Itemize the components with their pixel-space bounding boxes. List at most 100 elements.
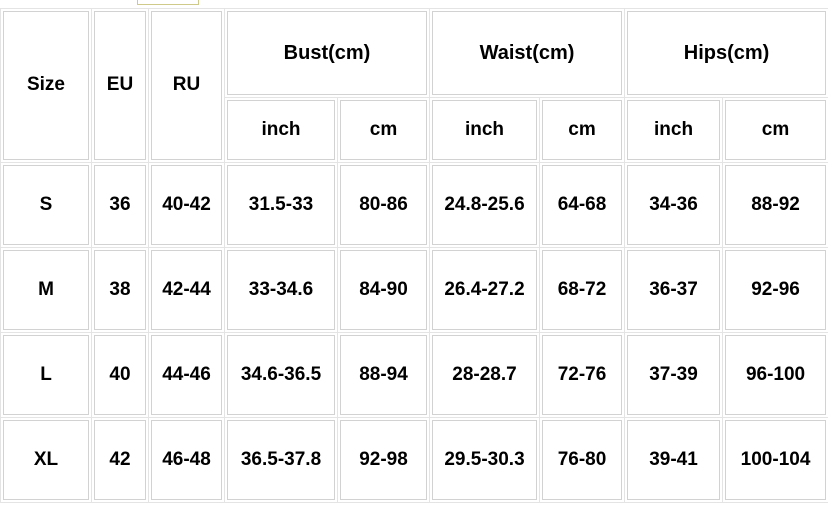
table-row: S 36 40-42 31.5-33 80-86 24.8-25.6 64-68… xyxy=(1,163,828,248)
header-waist-cm-label: cm xyxy=(542,100,623,160)
cell-size-value: XL xyxy=(3,420,89,500)
header-eu-label: EU xyxy=(94,11,146,160)
header-bust-cm: cm xyxy=(338,98,431,163)
cell-waist-inch: 26.4-27.2 xyxy=(430,248,541,333)
cell-waist-cm: 76-80 xyxy=(540,418,626,503)
cell-bust-cm-value: 84-90 xyxy=(340,250,428,330)
header-group-waist: Waist(cm) xyxy=(430,9,626,98)
header-group-hips-label: Hips(cm) xyxy=(627,11,827,95)
cell-size: S xyxy=(1,163,92,248)
header-hips-inch: inch xyxy=(625,98,724,163)
cell-eu: 40 xyxy=(92,333,149,418)
cell-size: L xyxy=(1,333,92,418)
cell-bust-inch-value: 33-34.6 xyxy=(227,250,335,330)
cell-waist-cm-value: 72-76 xyxy=(542,335,623,415)
cell-hips-inch: 37-39 xyxy=(625,333,724,418)
table-header: Size EU RU Bust(cm) Waist(cm) Hips(cm) i… xyxy=(1,9,828,163)
header-hips-cm-label: cm xyxy=(725,100,827,160)
header-bust-cm-label: cm xyxy=(340,100,428,160)
cell-bust-inch: 31.5-33 xyxy=(225,163,338,248)
cell-hips-cm-value: 92-96 xyxy=(725,250,827,330)
table-row: L 40 44-46 34.6-36.5 88-94 28-28.7 72-76… xyxy=(1,333,828,418)
cell-ru: 42-44 xyxy=(149,248,225,333)
cell-waist-cm-value: 76-80 xyxy=(542,420,623,500)
cell-hips-cm: 88-92 xyxy=(723,163,828,248)
cell-eu-value: 42 xyxy=(94,420,146,500)
cell-bust-inch-value: 34.6-36.5 xyxy=(227,335,335,415)
cell-waist-cm: 72-76 xyxy=(540,333,626,418)
table-row: XL 42 46-48 36.5-37.8 92-98 29.5-30.3 76… xyxy=(1,418,828,503)
cell-waist-cm: 64-68 xyxy=(540,163,626,248)
cell-bust-inch-value: 36.5-37.8 xyxy=(227,420,335,500)
cell-ru: 40-42 xyxy=(149,163,225,248)
cell-eu: 36 xyxy=(92,163,149,248)
header-group-hips: Hips(cm) xyxy=(625,9,828,98)
header-waist-cm: cm xyxy=(540,98,626,163)
cell-hips-inch-value: 34-36 xyxy=(627,165,721,245)
cell-hips-inch-value: 39-41 xyxy=(627,420,721,500)
header-bust-inch: inch xyxy=(225,98,338,163)
table-row: M 38 42-44 33-34.6 84-90 26.4-27.2 68-72… xyxy=(1,248,828,333)
header-hips-inch-label: inch xyxy=(627,100,721,160)
cell-eu-value: 36 xyxy=(94,165,146,245)
table-body: S 36 40-42 31.5-33 80-86 24.8-25.6 64-68… xyxy=(1,163,828,503)
cell-hips-cm-value: 88-92 xyxy=(725,165,827,245)
cell-eu-value: 40 xyxy=(94,335,146,415)
cell-size: M xyxy=(1,248,92,333)
cell-waist-cm-value: 68-72 xyxy=(542,250,623,330)
cell-waist-cm-value: 64-68 xyxy=(542,165,623,245)
cell-hips-inch: 34-36 xyxy=(625,163,724,248)
clipped-top-box xyxy=(137,0,199,5)
cell-waist-inch-value: 26.4-27.2 xyxy=(432,250,538,330)
header-waist-inch: inch xyxy=(430,98,541,163)
cell-hips-inch-value: 36-37 xyxy=(627,250,721,330)
cell-ru-value: 44-46 xyxy=(151,335,222,415)
cell-bust-inch: 34.6-36.5 xyxy=(225,333,338,418)
cell-ru-value: 46-48 xyxy=(151,420,222,500)
cell-ru: 44-46 xyxy=(149,333,225,418)
cell-ru-value: 42-44 xyxy=(151,250,222,330)
header-group-waist-label: Waist(cm) xyxy=(432,11,623,95)
cell-bust-cm: 88-94 xyxy=(338,333,431,418)
cell-hips-cm: 96-100 xyxy=(723,333,828,418)
cell-bust-cm: 80-86 xyxy=(338,163,431,248)
cell-waist-inch-value: 29.5-30.3 xyxy=(432,420,538,500)
header-ru: RU xyxy=(149,9,225,163)
cell-hips-inch: 36-37 xyxy=(625,248,724,333)
header-waist-inch-label: inch xyxy=(432,100,538,160)
cell-bust-cm: 84-90 xyxy=(338,248,431,333)
cell-waist-inch-value: 28-28.7 xyxy=(432,335,538,415)
cell-hips-cm: 92-96 xyxy=(723,248,828,333)
cell-waist-inch-value: 24.8-25.6 xyxy=(432,165,538,245)
cell-waist-inch: 29.5-30.3 xyxy=(430,418,541,503)
cell-waist-inch: 28-28.7 xyxy=(430,333,541,418)
header-size: Size xyxy=(1,9,92,163)
cell-ru: 46-48 xyxy=(149,418,225,503)
cell-bust-inch-value: 31.5-33 xyxy=(227,165,335,245)
cell-bust-cm: 92-98 xyxy=(338,418,431,503)
cell-size-value: L xyxy=(3,335,89,415)
header-row-groups: Size EU RU Bust(cm) Waist(cm) Hips(cm) xyxy=(1,9,828,163)
cell-eu: 42 xyxy=(92,418,149,503)
cell-hips-cm: 100-104 xyxy=(723,418,828,503)
cell-ru-value: 40-42 xyxy=(151,165,222,245)
cell-bust-cm-value: 80-86 xyxy=(340,165,428,245)
header-hips-cm: cm xyxy=(723,98,828,163)
cell-size-value: M xyxy=(3,250,89,330)
header-size-label: Size xyxy=(3,11,89,160)
cell-bust-inch: 36.5-37.8 xyxy=(225,418,338,503)
header-group-bust: Bust(cm) xyxy=(225,9,431,98)
cell-eu: 38 xyxy=(92,248,149,333)
cell-eu-value: 38 xyxy=(94,250,146,330)
cell-waist-cm: 68-72 xyxy=(540,248,626,333)
cell-waist-inch: 24.8-25.6 xyxy=(430,163,541,248)
cell-hips-inch-value: 37-39 xyxy=(627,335,721,415)
cell-size-value: S xyxy=(3,165,89,245)
cell-bust-cm-value: 88-94 xyxy=(340,335,428,415)
cell-hips-cm-value: 96-100 xyxy=(725,335,827,415)
cell-bust-cm-value: 92-98 xyxy=(340,420,428,500)
cell-size: XL xyxy=(1,418,92,503)
header-group-bust-label: Bust(cm) xyxy=(227,11,428,95)
header-eu: EU xyxy=(92,9,149,163)
header-bust-inch-label: inch xyxy=(227,100,335,160)
